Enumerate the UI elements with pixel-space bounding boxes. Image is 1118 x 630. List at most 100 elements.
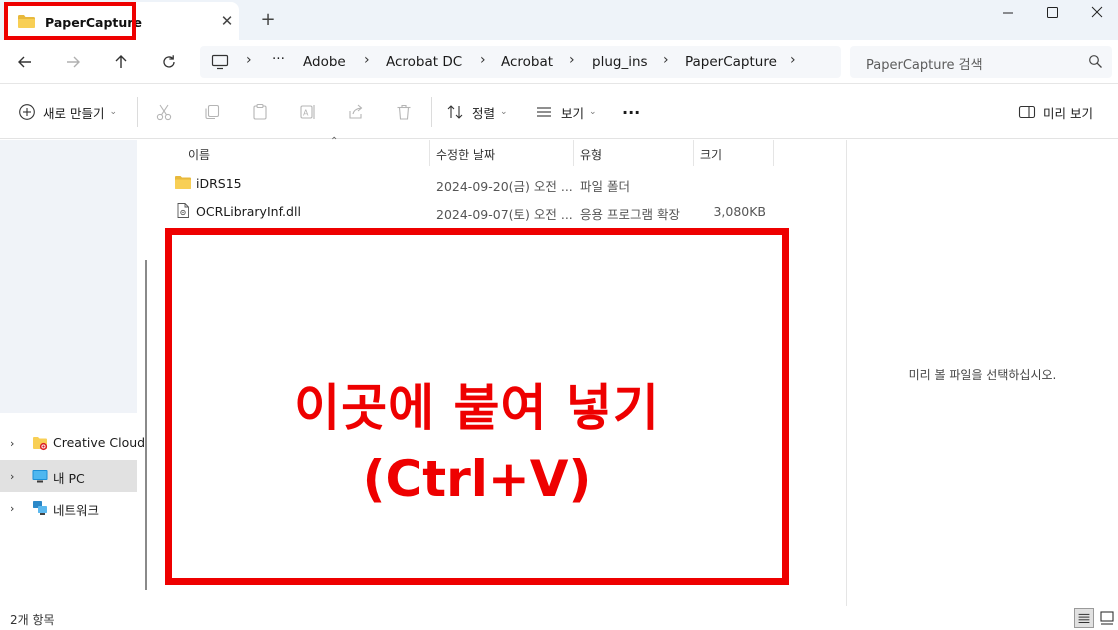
sort-button[interactable]: 정렬 ⌄ — [446, 85, 508, 139]
search-input[interactable]: PaperCapture 검색 — [866, 54, 983, 73]
file-type: 응용 프로그램 확장 — [580, 207, 680, 222]
breadcrumb-expand-chevron[interactable]: › — [790, 52, 796, 68]
divider — [431, 97, 432, 127]
column-header-modified-label: 수정한 날짜 — [436, 148, 496, 162]
more-icon: ··· — [622, 102, 641, 122]
paste-here-annotation-box: 이곳에 붙여 넣기 (Ctrl+V) — [165, 228, 789, 585]
close-icon[interactable] — [1084, 4, 1110, 22]
column-header-size-label: 크기 — [700, 148, 723, 162]
column-header-size[interactable]: 크기 — [700, 140, 770, 166]
dll-file-icon — [177, 203, 189, 218]
folder-icon — [175, 176, 191, 189]
breadcrumb-papercapture[interactable]: PaperCapture — [685, 54, 777, 70]
preview-pane-button[interactable]: 미리 보기 — [1018, 85, 1093, 139]
file-modified-date: 2024-09-20(금) 오전 ... — [436, 179, 573, 194]
nav-item-label: 네트워크 — [53, 503, 100, 518]
copy-icon[interactable] — [203, 103, 221, 121]
minimize-icon[interactable] — [995, 4, 1021, 22]
status-bar: 2개 항목 — [0, 606, 1118, 630]
view-button-label: 보기 — [561, 105, 585, 121]
column-divider[interactable] — [773, 140, 774, 166]
column-header-type[interactable]: 유형 — [580, 140, 690, 166]
svg-text:A: A — [303, 109, 309, 118]
breadcrumb-overflow[interactable]: ··· — [272, 51, 285, 67]
file-modified-date: 2024-09-07(토) 오전 ... — [436, 207, 573, 222]
navigation-pane-scrollbar[interactable] — [145, 260, 147, 590]
nav-item-network[interactable]: › 네트워크 — [0, 492, 137, 524]
chevron-down-icon: ⌄ — [589, 107, 597, 117]
navigation-pane: › Creative Cloud › 내 PC › 네트워크 — [0, 140, 145, 606]
new-tab-button[interactable]: + — [259, 10, 277, 30]
preview-button-label: 미리 보기 — [1043, 105, 1093, 121]
preview-pane-message: 미리 볼 파일을 선택하십시오. — [908, 368, 1057, 382]
divider — [137, 97, 138, 127]
table-row[interactable]: OCRLibraryInf.dll 2024-09-07(토) 오전 ... 응… — [158, 197, 778, 225]
view-button[interactable]: 보기 ⌄ — [535, 85, 597, 139]
tab-highlight-box — [4, 2, 136, 40]
large-icons-view-icon[interactable] — [1097, 608, 1117, 628]
address-bar[interactable]: › ··· Adobe › Acrobat DC › Acrobat › plu… — [200, 46, 841, 78]
forward-arrow-icon[interactable] — [63, 52, 83, 72]
column-divider[interactable] — [429, 140, 430, 166]
file-size: 3,080KB — [713, 204, 766, 219]
breadcrumb-acrobat[interactable]: Acrobat — [501, 54, 553, 70]
navigation-pane-upper — [0, 140, 137, 413]
more-options-button[interactable]: ··· — [622, 85, 640, 139]
paste-icon[interactable] — [251, 103, 269, 121]
chevron-down-icon: ⌄ — [500, 107, 508, 117]
paste-shortcut-annotation-text: (Ctrl+V) — [362, 450, 592, 508]
search-box[interactable]: PaperCapture 검색 — [850, 46, 1112, 78]
nav-item-label: 내 PC — [53, 471, 85, 486]
sort-button-label: 정렬 — [472, 105, 496, 121]
new-button[interactable]: 새로 만들기 ⌄ — [18, 85, 117, 139]
preview-pane-icon — [1018, 105, 1036, 119]
back-arrow-icon[interactable] — [15, 52, 35, 72]
up-arrow-icon[interactable] — [111, 52, 131, 72]
column-header-name-label: 이름 — [188, 148, 211, 162]
sort-ascending-caret-icon: ⌃ — [330, 136, 339, 147]
column-header-modified[interactable]: 수정한 날짜 — [436, 140, 576, 166]
nav-item-creative-cloud[interactable]: › Creative Cloud — [0, 427, 145, 459]
column-divider[interactable] — [693, 140, 694, 166]
tab-close-icon[interactable]: ✕ — [219, 12, 235, 30]
breadcrumb-plug-ins[interactable]: plug_ins — [592, 54, 648, 70]
view-lines-icon — [537, 107, 551, 117]
cut-icon[interactable] — [155, 103, 173, 121]
sort-icon — [447, 105, 463, 119]
refresh-icon[interactable] — [159, 52, 179, 72]
breadcrumb-adobe[interactable]: Adobe — [303, 54, 346, 70]
search-icon[interactable] — [1088, 54, 1103, 69]
table-row[interactable]: iDRS15 2024-09-20(금) 오전 ... 파일 폴더 — [158, 169, 778, 197]
new-button-label: 새로 만들기 — [43, 105, 105, 121]
computer-icon — [32, 470, 48, 483]
item-count: 2개 항목 — [10, 613, 55, 627]
share-icon[interactable] — [347, 103, 365, 121]
chevron-right-icon[interactable]: › — [10, 437, 14, 450]
chevron-right-icon[interactable]: › — [10, 470, 14, 483]
chevron-right-icon[interactable]: › — [10, 502, 14, 515]
breadcrumb-separator: › — [480, 52, 486, 68]
column-header-name[interactable]: 이름 ⌃ — [188, 136, 428, 166]
breadcrumb-separator: › — [569, 52, 575, 68]
maximize-icon[interactable] — [1039, 4, 1065, 22]
column-divider[interactable] — [573, 140, 574, 166]
plus-circle-icon — [19, 104, 35, 120]
details-view-icon[interactable] — [1074, 608, 1094, 628]
breadcrumb-acrobat-dc[interactable]: Acrobat DC — [386, 54, 462, 70]
nav-item-label: Creative Cloud — [53, 435, 146, 450]
command-bar: 새로 만들기 ⌄ A 정렬 ⌄ 보기 ⌄ ··· 미리 보기 — [0, 85, 1118, 139]
creative-cloud-folder-icon — [33, 437, 48, 451]
navigation-bar: › ··· Adobe › Acrobat DC › Acrobat › plu… — [0, 40, 1118, 84]
breadcrumb-separator: › — [663, 52, 669, 68]
file-name: OCRLibraryInf.dll — [196, 204, 301, 219]
nav-item-this-pc[interactable]: › 내 PC — [0, 460, 137, 492]
breadcrumb-separator: › — [246, 52, 252, 68]
file-type: 파일 폴더 — [580, 179, 630, 194]
delete-icon[interactable] — [395, 103, 413, 121]
chevron-down-icon: ⌄ — [109, 107, 118, 117]
file-name: iDRS15 — [196, 176, 242, 191]
rename-icon[interactable]: A — [299, 103, 317, 121]
network-icon — [33, 501, 47, 515]
computer-icon — [211, 54, 229, 70]
breadcrumb-separator: › — [364, 52, 370, 68]
